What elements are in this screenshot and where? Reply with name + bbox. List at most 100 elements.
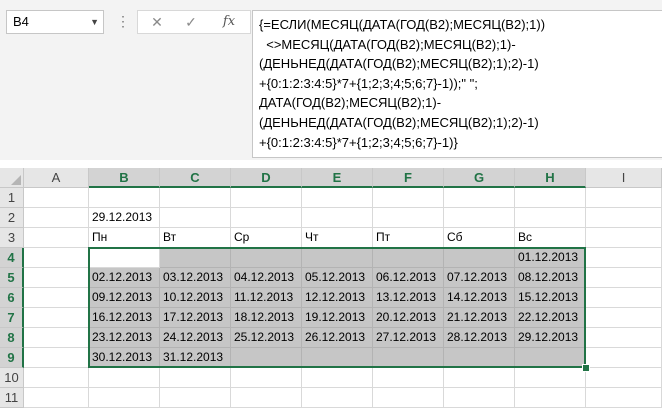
- cell[interactable]: [24, 248, 89, 268]
- cell[interactable]: [515, 348, 586, 368]
- cell[interactable]: [373, 188, 444, 208]
- cell[interactable]: [302, 348, 373, 368]
- cell[interactable]: 29.12.2013: [515, 328, 586, 348]
- cell[interactable]: [515, 208, 586, 228]
- chevron-down-icon[interactable]: ▼: [90, 11, 99, 33]
- check-icon[interactable]: ✓: [176, 11, 206, 33]
- cell[interactable]: Чт: [302, 228, 373, 248]
- cell[interactable]: [231, 368, 302, 388]
- column-header-i[interactable]: I: [586, 168, 662, 188]
- cell[interactable]: [24, 368, 89, 388]
- cell[interactable]: [89, 368, 160, 388]
- cell[interactable]: 29.12.2013: [89, 208, 160, 228]
- cell[interactable]: 11.12.2013: [231, 288, 302, 308]
- cell[interactable]: Сб: [444, 228, 515, 248]
- cell[interactable]: [444, 368, 515, 388]
- cell[interactable]: [89, 188, 160, 208]
- cell[interactable]: Пн: [89, 228, 160, 248]
- cell[interactable]: [586, 308, 662, 328]
- cell[interactable]: 05.12.2013: [302, 268, 373, 288]
- insert-function-icon[interactable]: fx: [214, 11, 244, 33]
- column-header-c[interactable]: C: [160, 168, 231, 188]
- cell[interactable]: [515, 368, 586, 388]
- column-header-d[interactable]: D: [231, 168, 302, 188]
- cell[interactable]: [24, 208, 89, 228]
- select-all-corner[interactable]: [0, 168, 24, 188]
- cell[interactable]: [231, 348, 302, 368]
- cell[interactable]: 01.12.2013: [515, 248, 586, 268]
- row-header-1[interactable]: 1: [0, 188, 24, 208]
- column-header-a[interactable]: A: [24, 168, 89, 188]
- cell[interactable]: [444, 348, 515, 368]
- cell[interactable]: [586, 228, 662, 248]
- cell[interactable]: 27.12.2013: [373, 328, 444, 348]
- cell[interactable]: 24.12.2013: [160, 328, 231, 348]
- cell[interactable]: [231, 208, 302, 228]
- formula-input[interactable]: {=ЕСЛИ(МЕСЯЦ(ДАТА(ГОД(B2);МЕСЯЦ(B2);1)) …: [252, 10, 662, 158]
- cell[interactable]: 16.12.2013: [89, 308, 160, 328]
- cell[interactable]: [160, 208, 231, 228]
- cell[interactable]: Ср: [231, 228, 302, 248]
- cell[interactable]: 04.12.2013: [231, 268, 302, 288]
- cell[interactable]: [24, 388, 89, 408]
- cell[interactable]: 13.12.2013: [373, 288, 444, 308]
- cell[interactable]: Пт: [373, 228, 444, 248]
- row-header-5[interactable]: 5: [0, 268, 24, 288]
- cell[interactable]: 20.12.2013: [373, 308, 444, 328]
- cell[interactable]: [444, 248, 515, 268]
- cell[interactable]: [160, 188, 231, 208]
- column-header-b[interactable]: B: [89, 168, 160, 188]
- cell[interactable]: [586, 328, 662, 348]
- cell[interactable]: 22.12.2013: [515, 308, 586, 328]
- row-header-9[interactable]: 9: [0, 348, 24, 368]
- cell[interactable]: [24, 328, 89, 348]
- cell[interactable]: [586, 248, 662, 268]
- fill-handle[interactable]: [582, 364, 590, 372]
- cell[interactable]: 14.12.2013: [444, 288, 515, 308]
- cell[interactable]: [444, 208, 515, 228]
- cell[interactable]: 15.12.2013: [515, 288, 586, 308]
- cell[interactable]: 31.12.2013: [160, 348, 231, 368]
- cell[interactable]: 07.12.2013: [444, 268, 515, 288]
- cell[interactable]: [231, 188, 302, 208]
- cell[interactable]: [586, 368, 662, 388]
- cell[interactable]: [444, 388, 515, 408]
- cell[interactable]: [373, 368, 444, 388]
- cell[interactable]: 03.12.2013: [160, 268, 231, 288]
- name-box[interactable]: B4 ▼: [6, 10, 104, 34]
- cell[interactable]: [89, 248, 160, 268]
- cell[interactable]: [373, 208, 444, 228]
- cell[interactable]: [444, 188, 515, 208]
- cell[interactable]: [373, 248, 444, 268]
- cell[interactable]: 10.12.2013: [160, 288, 231, 308]
- column-header-g[interactable]: G: [444, 168, 515, 188]
- cell[interactable]: 19.12.2013: [302, 308, 373, 328]
- cell[interactable]: 08.12.2013: [515, 268, 586, 288]
- cell[interactable]: [586, 388, 662, 408]
- row-header-3[interactable]: 3: [0, 228, 24, 248]
- cell[interactable]: [302, 208, 373, 228]
- cell[interactable]: [586, 348, 662, 368]
- row-header-4[interactable]: 4: [0, 248, 24, 268]
- cell[interactable]: 30.12.2013: [89, 348, 160, 368]
- cell[interactable]: 28.12.2013: [444, 328, 515, 348]
- cell[interactable]: 21.12.2013: [444, 308, 515, 328]
- cell[interactable]: 02.12.2013: [89, 268, 160, 288]
- row-header-10[interactable]: 10: [0, 368, 24, 388]
- column-header-f[interactable]: F: [373, 168, 444, 188]
- cell[interactable]: [586, 208, 662, 228]
- cell[interactable]: [160, 368, 231, 388]
- cell[interactable]: [231, 388, 302, 408]
- row-header-8[interactable]: 8: [0, 328, 24, 348]
- row-header-11[interactable]: 11: [0, 388, 24, 408]
- cell[interactable]: 26.12.2013: [302, 328, 373, 348]
- column-header-h[interactable]: H: [515, 168, 586, 188]
- row-header-7[interactable]: 7: [0, 308, 24, 328]
- cell[interactable]: [24, 228, 89, 248]
- cell[interactable]: 09.12.2013: [89, 288, 160, 308]
- cell[interactable]: [24, 308, 89, 328]
- vertical-dots-icon[interactable]: ⋮: [116, 13, 130, 29]
- cell[interactable]: [373, 348, 444, 368]
- cell[interactable]: 17.12.2013: [160, 308, 231, 328]
- column-header-e[interactable]: E: [302, 168, 373, 188]
